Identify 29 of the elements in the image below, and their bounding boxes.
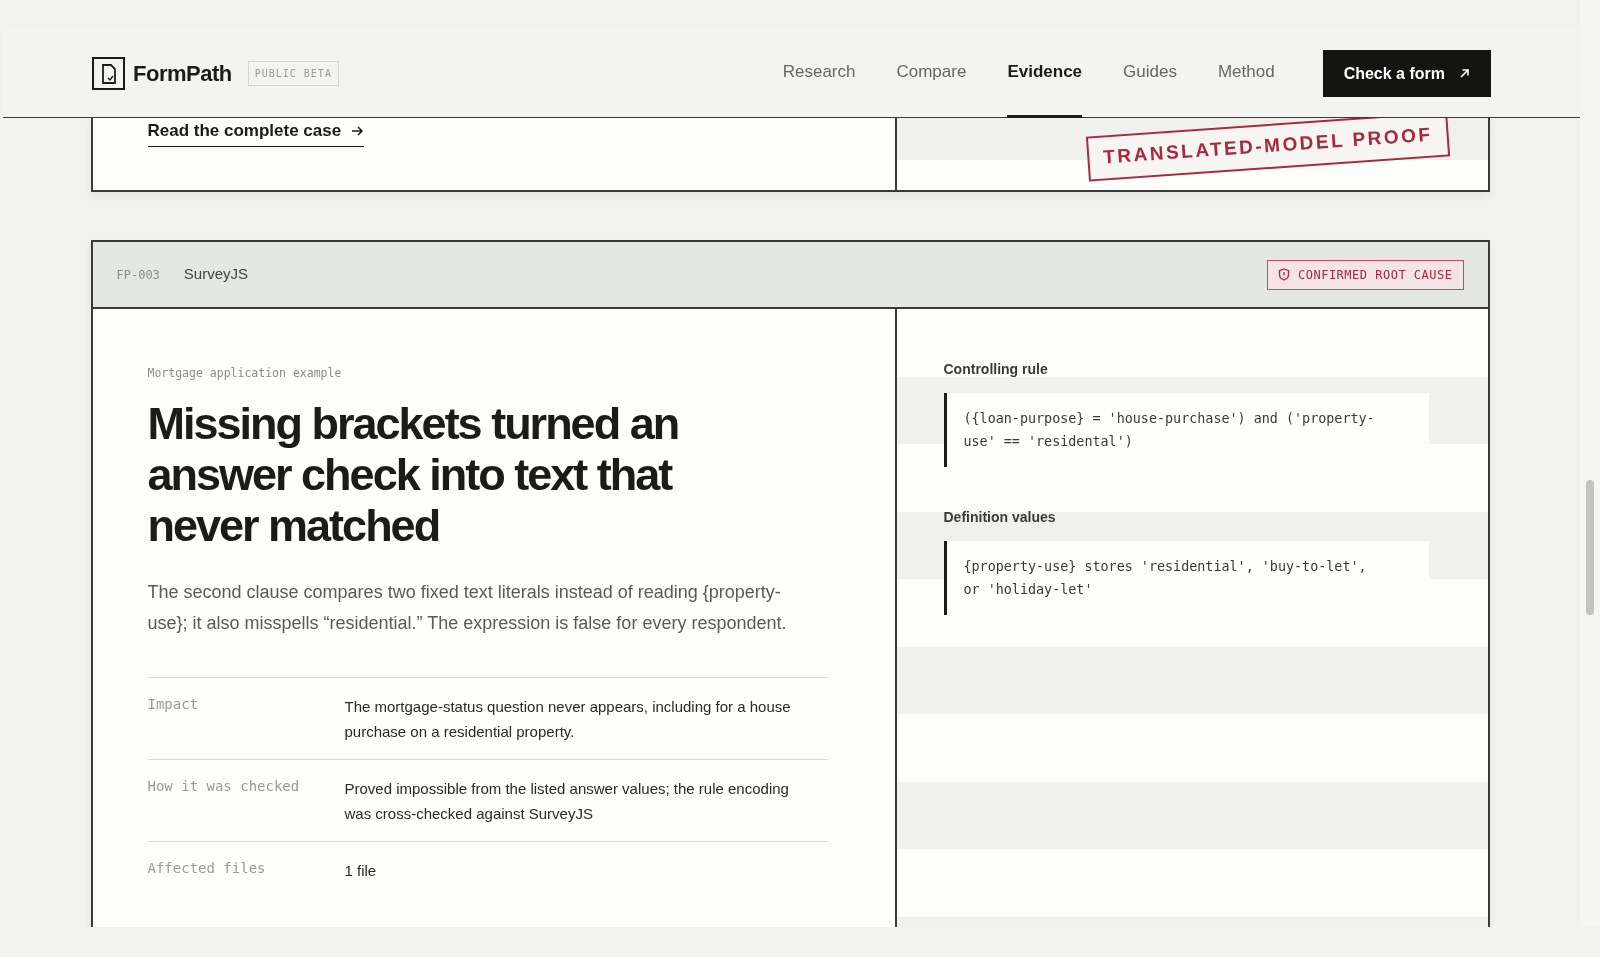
tool-name: SurveyJS — [183, 264, 249, 285]
status-badge: CONFIRMED ROOT CAUSE — [1267, 259, 1464, 290]
evidence-label: Controlling rule — [943, 360, 1049, 379]
scroll-thumb[interactable] — [1586, 480, 1594, 615]
nav-link[interactable]: Guides — [1123, 29, 1177, 118]
detail-label: How it was checked — [147, 777, 301, 797]
detail-value: Proved impossible from the listed answer values; the rule encoding was cross-checked against SurveyJS — [344, 779, 790, 825]
nav-link[interactable]: Research — [782, 29, 856, 118]
code-block: ({loan-purpose} = 'house-purchase') and ('property-use' == 'residental') — [943, 393, 1429, 467]
nav-link[interactable]: Compare — [896, 29, 967, 118]
arrow-icon — [1459, 68, 1470, 79]
arrow-icon — [351, 125, 365, 136]
check-form-button[interactable]: Check a form — [1322, 50, 1491, 97]
read-case-link[interactable]: Read the complete case — [147, 118, 365, 147]
eyebrow-text: Mortgage application example — [147, 365, 343, 382]
detail-value: 1 file — [344, 861, 377, 882]
brand-name: FormPath — [133, 60, 232, 88]
case-id: FP-003 — [116, 266, 160, 284]
evidence-label: Definition values — [943, 508, 1057, 527]
case-summary: The second clause compares two fixed text literals instead of reading {property-use}; it also misspells “residential.” The expression is false for every respondent. — [147, 581, 788, 636]
code-block: {property-use} stores 'residential', 'buy-to-let', or 'holiday-let' — [943, 541, 1429, 615]
detail-label: Affected files — [147, 859, 267, 879]
beta-badge: PUBLIC BETA — [247, 61, 339, 86]
document-icon — [92, 57, 125, 90]
detail-value: The mortgage-status question never appears, including for a house purchase on a residential property. — [344, 697, 792, 743]
nav-link[interactable]: Method — [1217, 29, 1275, 118]
detail-label: Impact — [147, 695, 200, 715]
proof-stamp: TRANSLATED-MODEL PROOF — [1085, 118, 1450, 182]
case-title: Missing brackets turned an answer check into text that never matched — [147, 398, 680, 552]
